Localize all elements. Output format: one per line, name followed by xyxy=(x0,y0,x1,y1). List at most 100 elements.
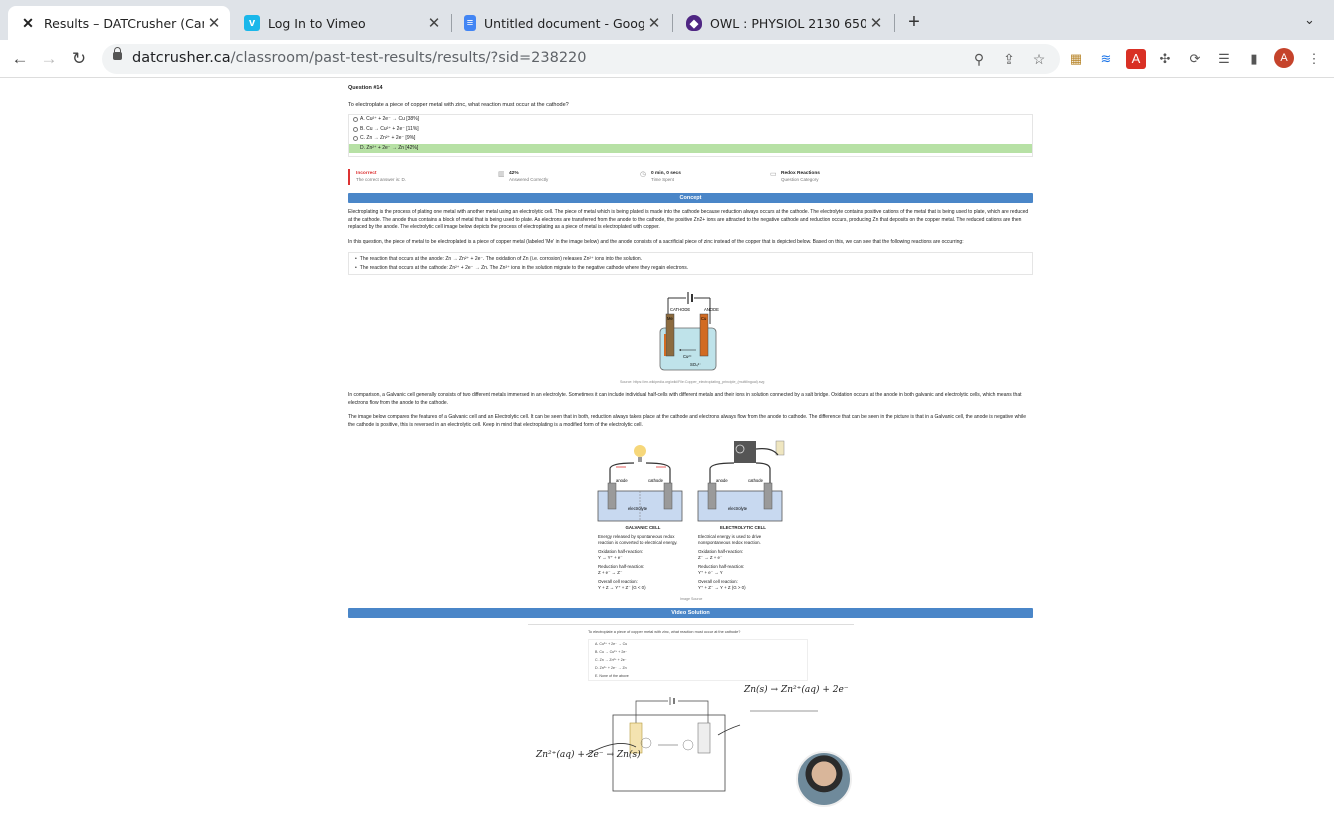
electrolytic-cathode-label: cathode xyxy=(748,478,764,483)
result-category: ▭ Redox Reactions Question Category xyxy=(764,169,906,185)
handwriting-cathode: Zn²⁺(aq) + 2e⁻ → Zn(s) xyxy=(536,750,641,760)
calculator-extension-icon[interactable]: ▦ xyxy=(1066,49,1086,69)
share-icon[interactable]: ⇪ xyxy=(1000,50,1018,68)
galvanic-cathode-label: cathode xyxy=(648,478,664,483)
speed-extension-icon[interactable]: ⟳ xyxy=(1185,49,1205,69)
video-options: A. Cu²⁺ + 2e⁻ → Cu B. Cu → Cu²⁺ + 2e⁻ C.… xyxy=(588,639,808,681)
reaction-list: The reaction that occurs at the anode: Z… xyxy=(348,252,1033,275)
presenter-webcam xyxy=(796,751,852,807)
result-time: ◷ 0 min, 0 secs Time Spent xyxy=(634,169,764,185)
chevron-down-icon[interactable]: ⌄ xyxy=(1304,12,1315,28)
video-option-e: E. None of the above xyxy=(595,674,629,678)
side-panel-icon[interactable]: ▮ xyxy=(1244,49,1264,69)
clock-icon: ◷ xyxy=(640,171,647,178)
video-option-b: B. Cu → Cu²⁺ + 2e⁻ xyxy=(595,650,628,654)
choice-c[interactable]: C. Zn → Zn²⁺ + 2e⁻ [9%] xyxy=(349,134,1032,144)
new-tab-button[interactable]: + xyxy=(904,11,924,34)
lock-icon[interactable] xyxy=(113,47,122,60)
electrolytic-anode-label: anode xyxy=(716,478,728,483)
result-summary: Incorrect The correct answer is: D. ▥ 42% A… xyxy=(348,169,1033,185)
forward-arrow-icon[interactable]: → xyxy=(38,48,60,70)
video-question: To electroplate a piece of copper metal … xyxy=(588,630,741,634)
tab-owl[interactable]: ◆ OWL : PHYSIOL 2130 650 SU2 ✕ xyxy=(674,6,892,40)
video-option-a: A. Cu²⁺ + 2e⁻ → Cu xyxy=(595,642,628,646)
video-option-d: D. Zn²⁺ + 2e⁻ → Zn xyxy=(595,666,627,670)
galvanic-overall: Y + Z → Y⁺ + Z⁻ (G < 0) xyxy=(598,585,646,590)
category-sub: Question Category xyxy=(781,177,819,182)
handwriting-anode: Zn(s) → Zn²⁺(aq) + 2e⁻ xyxy=(744,685,849,695)
electrolytic-title: ELECTROLYTIC CELL xyxy=(720,525,766,530)
page-content: Question #14 To electroplate a piece of … xyxy=(0,79,1334,834)
status-sub: The correct answer is: D. xyxy=(356,177,407,182)
vimeo-icon: v xyxy=(244,15,260,31)
close-tab-icon[interactable]: ✕ xyxy=(644,14,664,32)
tab-google-docs[interactable]: ≡ Untitled document - Google Do ✕ xyxy=(452,6,670,40)
cu-ion-label: Cu²⁺ xyxy=(683,354,692,359)
tab-separator xyxy=(894,14,895,32)
galvanic-text: GALVANIC CELL Energy released by spontan… xyxy=(598,525,688,591)
close-tab-icon[interactable]: ✕ xyxy=(424,14,444,32)
tab-title: Untitled document - Google Do xyxy=(484,15,644,31)
audio-extension-icon[interactable]: ≋ xyxy=(1096,49,1116,69)
galvanic-red: Z + e⁻ → Z⁻ xyxy=(598,570,623,575)
owl-icon: ◆ xyxy=(686,15,702,31)
cathode-reaction: The reaction that occurs at the cathode:… xyxy=(355,264,1032,273)
radio-icon[interactable] xyxy=(353,117,358,123)
result-percent: ▥ 42% Answered Correctly xyxy=(492,169,634,185)
url-text[interactable]: datcrusher.ca/classroom/past-test-result… xyxy=(132,50,587,66)
video-solution-header: Video Solution xyxy=(348,608,1033,618)
electroplating-diagram: CATHODE ANODE Me Cu Cu²⁺ SO₄²⁻ xyxy=(659,292,719,371)
time-sub: Time Spent xyxy=(651,177,674,182)
choice-a[interactable]: A. Cu²⁺ + 2e⁻ → Cu [38%] xyxy=(349,115,1032,125)
anode-reaction: The reaction that occurs at the anode: Z… xyxy=(355,255,1032,264)
tab-title: OWL : PHYSIOL 2130 650 SU2 xyxy=(710,15,866,31)
choice-d-correct[interactable]: D. Zn²⁺ + 2e⁻ → Zn [42%] xyxy=(349,143,1032,153)
choice-b[interactable]: B. Cu → Cu²⁺ + 2e⁻ [11%] xyxy=(349,125,1032,135)
electrolytic-red: Y⁺ + e⁻ → Y xyxy=(698,570,723,575)
avatar[interactable]: A xyxy=(1274,48,1294,68)
concept-paragraph-3: In comparison, a Galvanic cell generally… xyxy=(348,392,1022,406)
result-status: Incorrect The correct answer is: D. xyxy=(350,169,492,185)
radio-icon[interactable] xyxy=(353,136,358,142)
concept-paragraph-2: In this question, the piece of metal to … xyxy=(348,239,964,245)
puzzle-extensions-icon[interactable]: ✣ xyxy=(1155,49,1175,69)
close-tab-icon[interactable]: ✕ xyxy=(204,14,224,32)
electrolytic-text: ELECTROLYTIC CELL Electrical energy is u… xyxy=(698,525,788,591)
electrolytic-ox: Z⁻ → Z + e⁻ xyxy=(698,555,723,560)
galvanic-cell-diagram: anode cathode electrolyte xyxy=(597,445,683,522)
choice-label: B. Cu → Cu²⁺ + 2e⁻ [11%] xyxy=(360,125,419,132)
tab-separator xyxy=(672,14,673,32)
choice-label: D. Zn²⁺ + 2e⁻ → Zn [42%] xyxy=(360,144,419,151)
close-tab-icon[interactable]: ✕ xyxy=(866,14,886,32)
diagram-source: Source: https://en.wikipedia.org/wiki/Fi… xyxy=(620,380,765,384)
reload-icon[interactable]: ↻ xyxy=(68,48,90,70)
tab-vimeo[interactable]: v Log In to Vimeo ✕ xyxy=(232,6,450,40)
tab-datcrusher[interactable]: ✕ Results – DATCrusher (Canadia ✕ xyxy=(8,6,230,40)
reading-list-icon[interactable]: ☰ xyxy=(1214,49,1234,69)
sulfate-label: SO₄²⁻ xyxy=(690,362,701,367)
me-label: Me xyxy=(667,316,673,321)
zoom-icon[interactable]: ⚲ xyxy=(970,50,988,68)
datcrusher-icon: ✕ xyxy=(22,14,34,31)
electrolytic-overall: Y⁺ + Z⁻ → Y + Z (G > 0) xyxy=(698,585,746,590)
cu-label: Cu xyxy=(701,316,707,321)
concept-paragraph-4: The image below compares the features of… xyxy=(348,414,1026,428)
bar-chart-icon: ▥ xyxy=(498,171,505,178)
bookmark-star-icon[interactable]: ☆ xyxy=(1030,50,1048,68)
image-source-link[interactable]: Image Source xyxy=(680,597,702,601)
radio-icon[interactable] xyxy=(353,126,358,132)
answer-choices: A. Cu²⁺ + 2e⁻ → Cu [38%] B. Cu → Cu²⁺ + … xyxy=(348,114,1033,157)
address-bar[interactable]: datcrusher.ca/classroom/past-test-result… xyxy=(102,44,1060,74)
google-docs-icon: ≡ xyxy=(464,15,476,31)
electrolytic-electrolyte-label: electrolyte xyxy=(728,506,748,511)
question-number: Question #14 xyxy=(348,85,383,91)
back-arrow-icon[interactable]: ← xyxy=(9,48,31,70)
tab-title: Log In to Vimeo xyxy=(268,15,366,31)
choice-label: A. Cu²⁺ + 2e⁻ → Cu [38%] xyxy=(360,116,420,122)
tab-bar: ✕ Results – DATCrusher (Canadia ✕ v Log … xyxy=(0,0,1334,40)
calendar-icon: ▭ xyxy=(770,171,777,178)
concept-header: Concept xyxy=(348,193,1033,203)
galvanic-anode-label: anode xyxy=(616,478,628,483)
more-menu-icon[interactable]: ⋮ xyxy=(1304,49,1324,69)
pdf-extension-icon[interactable]: A xyxy=(1126,49,1146,69)
